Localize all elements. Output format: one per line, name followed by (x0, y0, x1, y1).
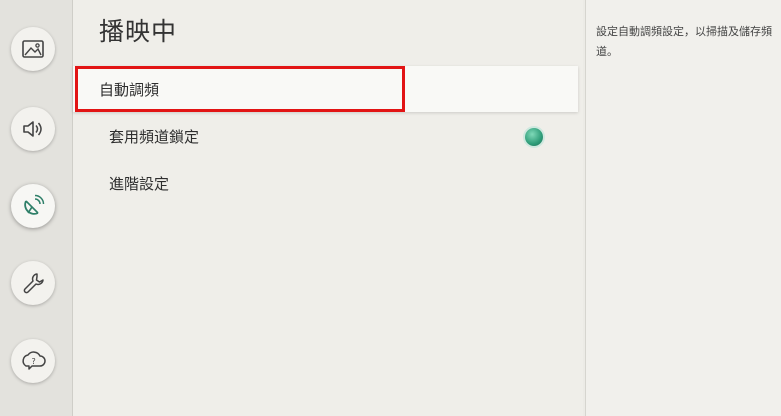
rail-general-button[interactable] (11, 261, 55, 305)
menu-item-label: 自動調頻 (99, 80, 160, 99)
wrench-icon (23, 273, 44, 294)
channel-settings-panel: 播映中 自動調頻 套用頻道鎖定 進階設定 (73, 0, 583, 416)
help-panel: 設定自動調頻設定，以掃描及儲存頻道。 (585, 0, 781, 416)
menu-item-label: 套用頻道鎖定 (109, 127, 200, 146)
picture-icon (22, 40, 44, 58)
rail-picture-button[interactable] (11, 27, 55, 71)
rail-channel-button[interactable] (11, 184, 55, 228)
menu-item-channel-lock[interactable]: 套用頻道鎖定 (73, 113, 578, 159)
menu-item-auto-tuning[interactable]: 自動調頻 (73, 66, 578, 112)
svg-text:?: ? (32, 357, 36, 366)
rail-sound-button[interactable] (11, 107, 55, 151)
tv-settings-screen: ? 播映中 自動調頻 套用頻道鎖定 進階設定 設定自動調頻設定，以掃描及儲存頻道… (0, 0, 781, 416)
rail-support-button[interactable]: ? (11, 339, 55, 383)
channel-broadcast-icon (24, 194, 45, 215)
menu-item-advanced-settings[interactable]: 進階設定 (73, 160, 578, 206)
support-icon: ? (22, 351, 46, 370)
page-title: 播映中 (99, 17, 178, 46)
sound-icon (23, 121, 42, 137)
help-text: 設定自動調頻設定，以掃描及儲存頻道。 (596, 25, 772, 58)
menu-item-label: 進階設定 (109, 174, 170, 193)
settings-category-rail: ? (0, 0, 73, 416)
channel-lock-toggle[interactable] (525, 128, 543, 146)
